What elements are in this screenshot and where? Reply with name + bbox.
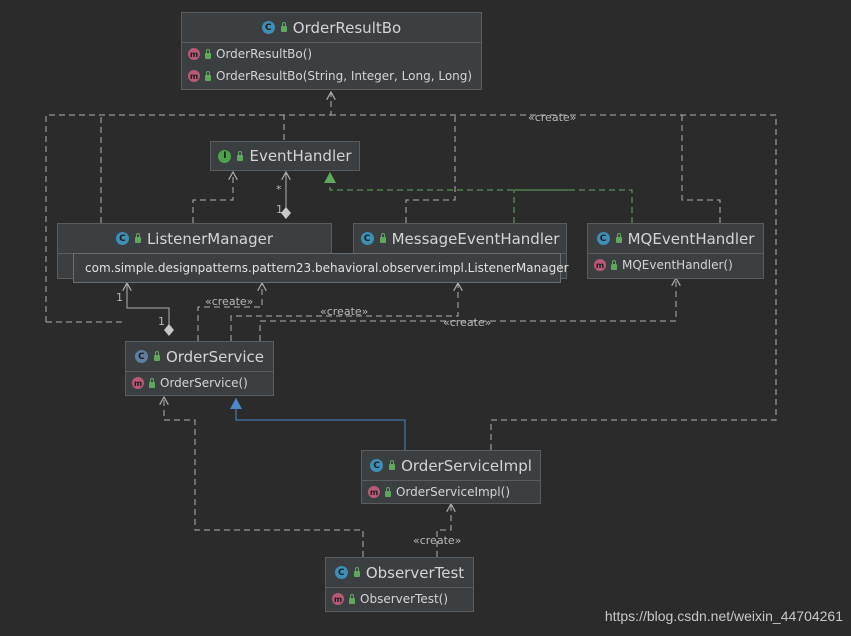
public-lock-icon	[379, 233, 386, 243]
method-icon: m	[188, 48, 200, 60]
class-order-service[interactable]: C OrderService m OrderService()	[125, 341, 274, 396]
interface-event-handler[interactable]: I EventHandler	[210, 141, 360, 171]
public-lock-icon	[205, 70, 211, 81]
multiplicity-one-listener: 1	[116, 291, 123, 304]
interface-name: EventHandler	[249, 147, 352, 165]
class-icon: C	[334, 566, 348, 579]
dep-orderservice-create-listener	[197, 283, 262, 341]
public-lock-icon	[615, 233, 622, 243]
dep-mq-to-result	[681, 115, 721, 223]
class-name: OrderServiceImpl	[401, 456, 532, 475]
dep-test-to-orderservice	[164, 397, 364, 557]
class-header: C OrderServiceImpl	[362, 451, 540, 481]
class-header: C ObserverTest	[326, 558, 473, 588]
public-lock-icon	[280, 22, 287, 32]
method-row[interactable]: m ObserverTest()	[326, 588, 473, 610]
class-name: ObserverTest	[365, 563, 465, 582]
public-lock-icon	[611, 259, 617, 270]
public-lock-icon	[237, 150, 244, 161]
class-name: MQEventHandler	[627, 229, 755, 248]
method-icon: m	[132, 377, 144, 389]
class-order-result-bo[interactable]: C OrderResultBo m OrderResultBo() m Orde…	[181, 12, 482, 90]
class-header: C OrderService	[126, 342, 273, 372]
realize-message	[513, 189, 573, 223]
create-label-message: «create»	[320, 305, 369, 318]
multiplicity-one-orderservice: 1	[158, 315, 165, 328]
method-icon: m	[368, 486, 380, 498]
method-row[interactable]: m MQEventHandler()	[588, 254, 763, 276]
class-order-service-impl[interactable]: C OrderServiceImpl m OrderServiceImpl()	[361, 450, 541, 504]
class-header: C ListenerManager	[58, 224, 331, 254]
interface-icon: I	[218, 149, 232, 163]
dep-orderservice-to-result	[45, 92, 331, 322]
class-header: C OrderResultBo	[182, 13, 481, 43]
public-lock-icon	[134, 233, 141, 243]
method-row[interactable]: m OrderServiceImpl()	[362, 481, 540, 503]
watermark-text: https://blog.csdn.net/weixin_44704261	[604, 608, 843, 624]
create-label-listener: «create»	[205, 295, 254, 308]
public-lock-icon	[149, 377, 155, 388]
dep-test-create-impl	[436, 504, 451, 557]
method-icon: m	[188, 70, 200, 82]
class-name: OrderService	[165, 347, 265, 366]
method-icon: m	[594, 259, 606, 271]
class-mq-event-handler[interactable]: C MQEventHandler m MQEventHandler()	[587, 223, 764, 279]
extends-impl-to-orderservice	[230, 398, 406, 450]
public-lock-icon	[353, 567, 360, 577]
create-label-result: «create»	[528, 111, 577, 124]
method-name: MQEventHandler()	[622, 258, 733, 272]
multiplicity-one-eventhandler: 1	[276, 203, 283, 216]
method-name: OrderResultBo()	[216, 47, 313, 61]
method-name: OrderResultBo(String, Integer, Long, Lon…	[216, 69, 473, 83]
method-row[interactable]: m OrderService()	[126, 372, 273, 394]
class-icon: C	[261, 21, 275, 34]
class-icon: C	[596, 232, 610, 245]
class-icon: C	[370, 459, 384, 472]
multiplicity-star: *	[276, 183, 282, 196]
fqcn-tooltip: com.simple.designpatterns.pattern23.beha…	[73, 253, 569, 283]
create-label-mq: «create»	[443, 316, 492, 329]
class-header: C MessageEventHandler	[354, 224, 566, 254]
interface-header: I EventHandler	[211, 142, 359, 170]
method-name: OrderService()	[160, 376, 248, 390]
realize-mq	[573, 189, 633, 223]
class-name: MessageEventHandler	[391, 229, 560, 248]
method-row[interactable]: m OrderResultBo()	[182, 43, 481, 65]
class-icon: C	[115, 232, 129, 245]
class-icon: C	[360, 232, 374, 245]
public-lock-icon	[205, 48, 211, 59]
realize-join	[324, 172, 573, 191]
dep-listener-to-eventhandler	[192, 172, 233, 223]
class-header: C MQEventHandler	[588, 224, 763, 254]
method-icon: m	[332, 593, 344, 605]
class-name: OrderResultBo	[292, 18, 402, 37]
abstract-class-icon: C	[134, 350, 148, 363]
method-name: ObserverTest()	[360, 592, 449, 606]
method-row[interactable]: m OrderResultBo(String, Integer, Long, L…	[182, 65, 481, 87]
class-name: ListenerManager	[146, 229, 274, 248]
class-observer-test[interactable]: C ObserverTest m ObserverTest()	[325, 557, 474, 612]
public-lock-icon	[385, 486, 391, 497]
dep-message-to-result	[405, 115, 456, 223]
public-lock-icon	[389, 460, 396, 470]
method-name: OrderServiceImpl()	[396, 485, 510, 499]
create-label-impl: «create»	[413, 534, 462, 547]
public-lock-icon	[153, 351, 160, 361]
public-lock-icon	[349, 593, 355, 604]
